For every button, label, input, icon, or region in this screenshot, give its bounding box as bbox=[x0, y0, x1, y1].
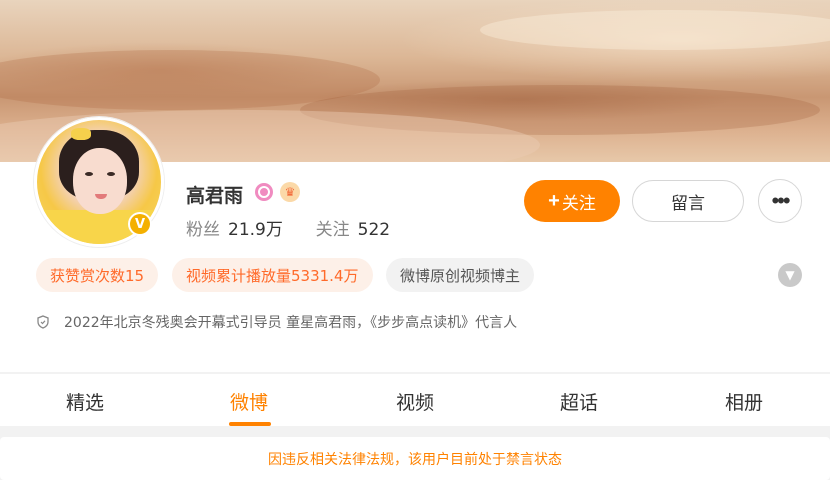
follow-button[interactable]: + 关注 bbox=[524, 180, 620, 222]
tag-video-plays[interactable]: 视频累计播放量5331.4万 bbox=[172, 258, 373, 292]
description-text: 2022年北京冬残奥会开幕式引导员 童星高君雨，《步步高点读机》代言人 bbox=[64, 315, 518, 331]
pink-circle-icon[interactable] bbox=[255, 183, 273, 201]
following-label: 关注 bbox=[315, 220, 350, 240]
tab-featured[interactable]: 精选 bbox=[66, 388, 104, 415]
shield-icon bbox=[37, 315, 49, 329]
verified-icon: V bbox=[128, 212, 152, 236]
chevron-down-icon[interactable]: ▼ bbox=[778, 263, 802, 287]
following-count[interactable]: 522 bbox=[358, 220, 390, 240]
crown-icon[interactable]: ♛ bbox=[280, 182, 300, 202]
tag-rewards[interactable]: 获赞赏次数15 bbox=[36, 258, 159, 292]
profile-page: V 高君雨 ♛ 粉丝 21.9万 关注 522 + 关注 留言 ••• 获赞赏次数15… bbox=[0, 0, 830, 480]
profile-description: 2022年北京冬残奥会开幕式引导员 童星高君雨，《步步高点读机》代言人 bbox=[36, 312, 517, 332]
ban-notice: 因违反相关法律法规，该用户目前处于禁言状态 bbox=[0, 437, 830, 480]
tab-weibo[interactable]: 微博 bbox=[230, 388, 268, 415]
tab-supertopic[interactable]: 超话 bbox=[560, 388, 598, 415]
profile-tabs: 精选 微博 视频 超话 相册 bbox=[0, 374, 830, 426]
tab-album[interactable]: 相册 bbox=[725, 388, 763, 415]
tag-original-video-blogger[interactable]: 微博原创视频博主 bbox=[386, 258, 535, 292]
user-name: 高君雨 bbox=[186, 185, 244, 207]
active-tab-indicator bbox=[229, 422, 271, 426]
fans-label: 粉丝 bbox=[186, 220, 220, 240]
message-button[interactable]: 留言 bbox=[632, 180, 744, 222]
profile-stats: 粉丝 21.9万 关注 522 bbox=[186, 215, 390, 240]
fans-count[interactable]: 21.9万 bbox=[228, 220, 283, 240]
plus-icon: + bbox=[548, 189, 560, 212]
tab-video[interactable]: 视频 bbox=[396, 388, 434, 415]
more-dots-icon[interactable]: ••• bbox=[758, 179, 802, 223]
